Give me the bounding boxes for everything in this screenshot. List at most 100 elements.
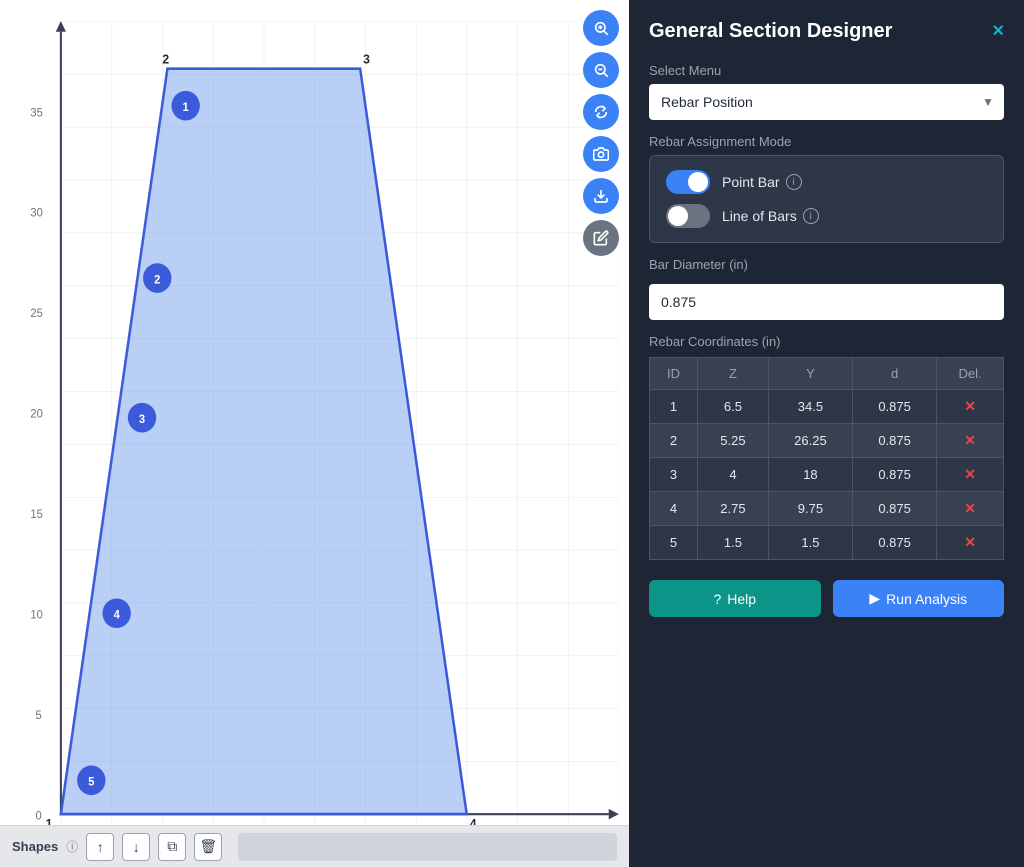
col-z: Z [698, 358, 769, 390]
svg-text:2: 2 [162, 52, 169, 66]
cell-del[interactable]: ✕ [937, 492, 1004, 526]
cell-z: 5.25 [698, 424, 769, 458]
run-analysis-button[interactable]: ▶ Run Analysis [833, 580, 1005, 617]
line-of-bars-toggle[interactable] [666, 204, 710, 228]
svg-text:0: 0 [36, 810, 42, 822]
footer-buttons: ? Help ▶ Run Analysis [649, 580, 1004, 617]
delete-row-button[interactable]: ✕ [964, 398, 976, 415]
cell-id: 4 [650, 492, 698, 526]
panel-title: General Section Designer [649, 20, 892, 43]
cell-id: 3 [650, 458, 698, 492]
shapes-info-icon: ⓘ [66, 838, 78, 855]
shapes-label: Shapes [12, 839, 58, 854]
cell-y: 34.5 [768, 390, 852, 424]
panel-header: General Section Designer × [649, 20, 1004, 43]
svg-text:35: 35 [30, 107, 42, 119]
table-row: 1 6.5 34.5 0.875 ✕ [650, 390, 1004, 424]
svg-text:15: 15 [30, 509, 42, 521]
svg-text:5: 5 [36, 710, 42, 722]
svg-text:20: 20 [30, 408, 42, 420]
cell-d: 0.875 [853, 424, 937, 458]
col-d: d [853, 358, 937, 390]
camera-button[interactable] [583, 136, 619, 172]
cell-d: 0.875 [853, 458, 937, 492]
help-button[interactable]: ? Help [649, 580, 821, 617]
line-of-bars-info-icon[interactable]: i [803, 208, 819, 224]
svg-text:25: 25 [30, 308, 42, 320]
cell-del[interactable]: ✕ [937, 458, 1004, 492]
cell-d: 0.875 [853, 492, 937, 526]
rebar-table-header: ID Z Y d Del. [650, 358, 1004, 390]
svg-text:1: 1 [183, 102, 190, 114]
select-menu-dropdown: Rebar Position ▼ [649, 84, 1004, 120]
svg-text:3: 3 [363, 52, 370, 66]
cell-y: 26.25 [768, 424, 852, 458]
cell-z: 1.5 [698, 526, 769, 560]
run-icon: ▶ [869, 590, 880, 607]
reset-view-button[interactable] [583, 94, 619, 130]
point-bar-row: Point Bar i [666, 170, 987, 194]
cell-del[interactable]: ✕ [937, 390, 1004, 424]
table-row: 4 2.75 9.75 0.875 ✕ [650, 492, 1004, 526]
table-row: 3 4 18 0.875 ✕ [650, 458, 1004, 492]
table-row: 2 5.25 26.25 0.875 ✕ [650, 424, 1004, 458]
cell-del[interactable]: ✕ [937, 526, 1004, 560]
rebar-coordinates-label: Rebar Coordinates (in) [649, 334, 1004, 349]
cell-y: 1.5 [768, 526, 852, 560]
rebar-table: ID Z Y d Del. 1 6.5 34.5 0.875 ✕ 2 5.25 … [649, 357, 1004, 560]
canvas-toolbar [583, 10, 619, 256]
download-button[interactable] [583, 178, 619, 214]
col-id: ID [650, 358, 698, 390]
delete-row-button[interactable]: ✕ [964, 432, 976, 449]
select-menu-label: Select Menu [649, 63, 1004, 78]
cell-d: 0.875 [853, 390, 937, 424]
rebar-assignment-mode-box: Point Bar i Line of Bars i [649, 155, 1004, 243]
right-panel: General Section Designer × Select Menu R… [629, 0, 1024, 867]
svg-text:10: 10 [30, 609, 42, 621]
svg-text:2: 2 [154, 274, 160, 286]
line-of-bars-label: Line of Bars i [722, 208, 819, 224]
svg-text:5: 5 [88, 776, 95, 788]
cell-z: 2.75 [698, 492, 769, 526]
cell-id: 2 [650, 424, 698, 458]
shapes-down-button[interactable]: ↓ [122, 833, 150, 861]
zoom-in-button[interactable] [583, 10, 619, 46]
delete-row-button[interactable]: ✕ [964, 466, 976, 483]
cell-id: 1 [650, 390, 698, 424]
rebar-table-body: 1 6.5 34.5 0.875 ✕ 2 5.25 26.25 0.875 ✕ … [650, 390, 1004, 560]
close-button[interactable]: × [992, 20, 1004, 43]
zoom-out-button[interactable] [583, 52, 619, 88]
delete-row-button[interactable]: ✕ [964, 534, 976, 551]
point-bar-toggle[interactable] [666, 170, 710, 194]
cell-z: 4 [698, 458, 769, 492]
help-icon: ? [713, 591, 721, 607]
shapes-row-placeholder [238, 833, 617, 861]
bar-diameter-label: Bar Diameter (in) [649, 257, 1004, 272]
line-of-bars-row: Line of Bars i [666, 204, 987, 228]
svg-text:30: 30 [30, 208, 42, 220]
point-bar-label: Point Bar i [722, 174, 802, 190]
point-bar-info-icon[interactable]: i [786, 174, 802, 190]
cell-del[interactable]: ✕ [937, 424, 1004, 458]
shapes-copy-button[interactable]: ⧉ [158, 833, 186, 861]
shape-svg: 0 5 10 15 20 25 0 5 10 15 20 25 30 35 2 … [0, 0, 629, 867]
shapes-delete-button[interactable]: 🗑 [194, 833, 222, 861]
bar-diameter-input[interactable] [649, 284, 1004, 320]
bottom-panel: Shapes ⓘ ↑ ↓ ⧉ 🗑 [0, 825, 629, 867]
svg-text:3: 3 [139, 414, 145, 426]
cell-y: 9.75 [768, 492, 852, 526]
shapes-up-button[interactable]: ↑ [86, 833, 114, 861]
cell-z: 6.5 [698, 390, 769, 424]
cell-d: 0.875 [853, 526, 937, 560]
canvas-area: 0 5 10 15 20 25 0 5 10 15 20 25 30 35 2 … [0, 0, 629, 867]
select-menu-select[interactable]: Rebar Position [649, 84, 1004, 120]
table-row: 5 1.5 1.5 0.875 ✕ [650, 526, 1004, 560]
svg-text:4: 4 [114, 609, 121, 621]
cell-y: 18 [768, 458, 852, 492]
col-del: Del. [937, 358, 1004, 390]
col-y: Y [768, 358, 852, 390]
cell-id: 5 [650, 526, 698, 560]
rebar-assignment-label: Rebar Assignment Mode [649, 134, 1004, 149]
edit-button[interactable] [583, 220, 619, 256]
delete-row-button[interactable]: ✕ [964, 500, 976, 517]
